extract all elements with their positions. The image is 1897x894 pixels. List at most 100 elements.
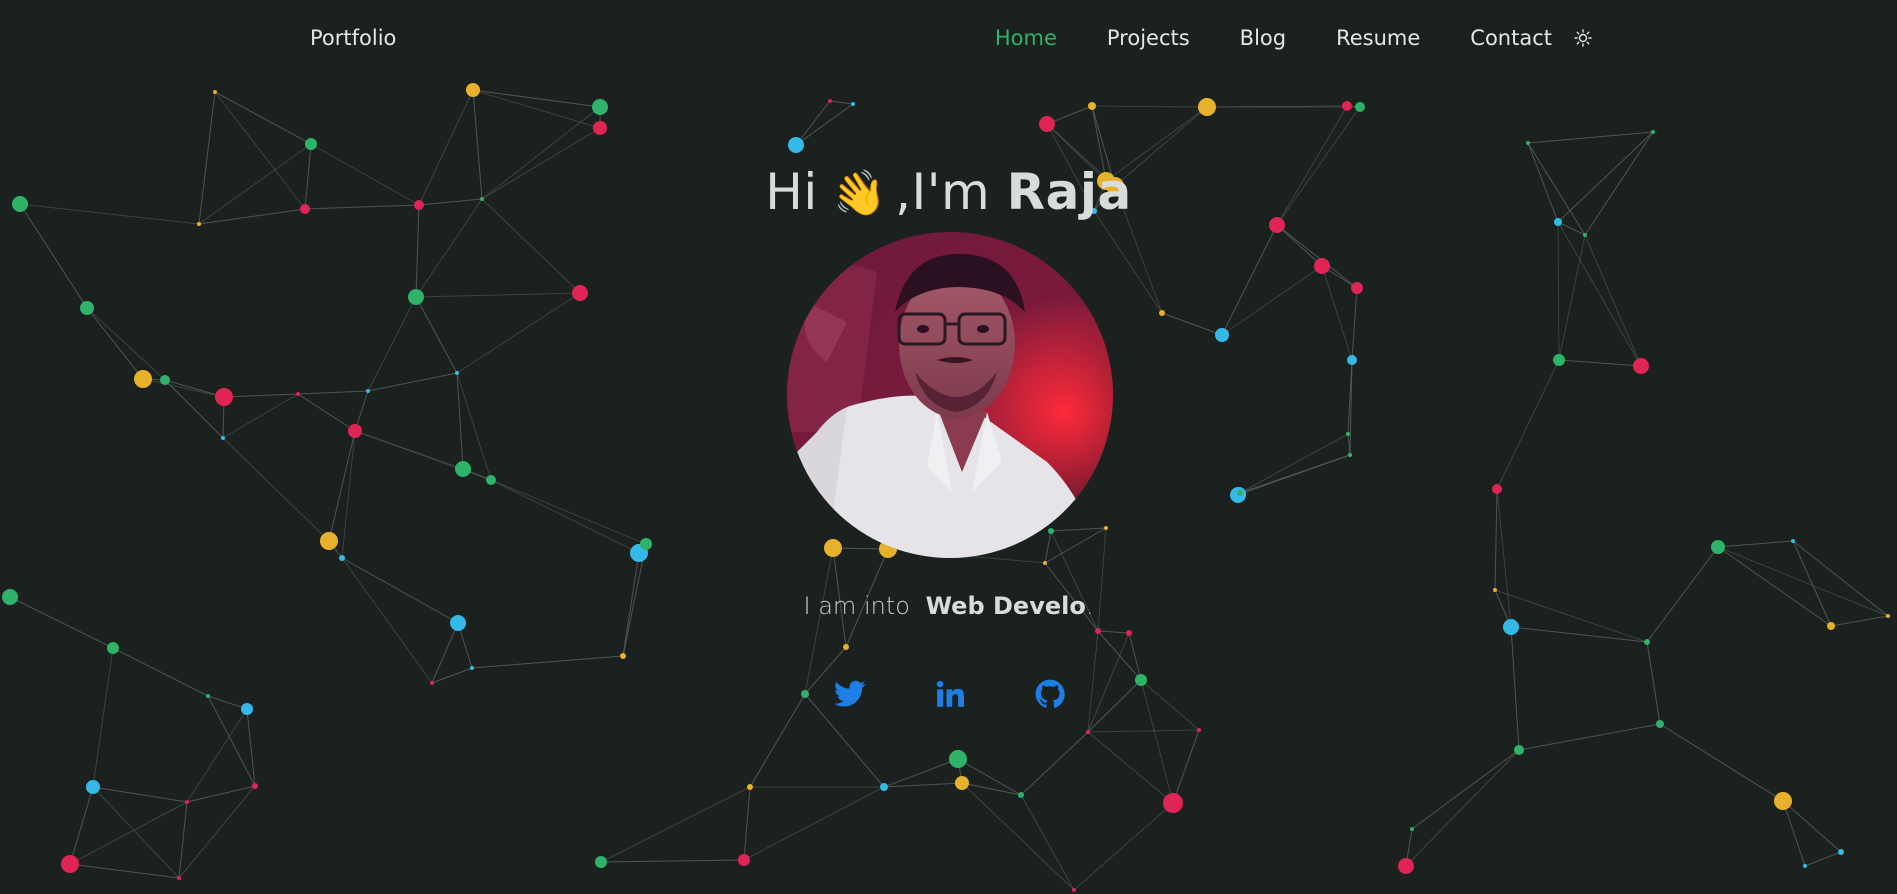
network-edge: [214, 91, 312, 145]
github-icon: [1035, 679, 1065, 708]
network-edge: [1494, 488, 1498, 591]
network-node: [1711, 540, 1725, 554]
network-edge: [1073, 802, 1174, 891]
network-edge: [1020, 731, 1089, 796]
network-node: [1410, 827, 1414, 831]
network-node: [1095, 628, 1101, 634]
network-node: [801, 690, 809, 698]
network-edge: [1087, 632, 1130, 733]
github-link[interactable]: [1028, 672, 1072, 716]
network-node: [1503, 619, 1519, 635]
network-node: [455, 371, 459, 375]
network-node: [851, 102, 855, 106]
network-node: [252, 783, 258, 789]
network-edge: [1717, 540, 1794, 548]
network-node: [1039, 116, 1055, 132]
network-node: [788, 137, 804, 153]
network-node: [1163, 793, 1183, 813]
network-node: [305, 138, 317, 150]
network-edge: [749, 693, 806, 788]
network-node: [949, 750, 967, 768]
network-edge: [69, 786, 94, 865]
network-edge: [86, 307, 144, 380]
network-node: [177, 876, 181, 880]
network-edge: [1020, 794, 1075, 891]
tagline: I am into Web Develo.: [0, 592, 1897, 620]
greeting-prefix: Hi: [765, 163, 818, 221]
network-node: [160, 375, 170, 385]
network-node: [572, 285, 588, 301]
network-node: [366, 389, 370, 393]
network-edge: [883, 782, 963, 788]
network-edge: [92, 786, 188, 803]
network-edge: [92, 647, 114, 788]
network-edge: [1097, 630, 1130, 634]
nav-item-projects[interactable]: Projects: [1107, 26, 1190, 50]
network-edge: [1411, 749, 1520, 830]
network-edge: [1659, 723, 1784, 802]
network-edge: [1239, 433, 1349, 494]
network-edge: [600, 786, 751, 863]
network-node: [1237, 490, 1243, 496]
network-edge: [1161, 312, 1223, 336]
network-node: [1198, 98, 1216, 116]
network-node: [430, 681, 434, 685]
network-edge: [883, 758, 959, 788]
network-edge: [1584, 234, 1642, 367]
network-node: [1633, 358, 1649, 374]
network-edge: [1087, 630, 1099, 733]
network-node: [593, 121, 607, 135]
nav-item-contact[interactable]: Contact: [1470, 26, 1552, 50]
network-edge: [829, 100, 854, 105]
network-node: [320, 532, 338, 550]
greeting-heading: Hi 👋,I'm Raja: [0, 160, 1897, 227]
social-links: [828, 672, 1072, 716]
network-node: [592, 99, 608, 115]
network-node: [486, 475, 496, 485]
twitter-icon: [834, 680, 866, 707]
hero-name: Raja: [1006, 163, 1132, 221]
network-node: [1104, 526, 1108, 530]
network-edge: [471, 655, 624, 669]
network-edge: [1804, 851, 1842, 867]
network-node: [1774, 792, 1792, 810]
network-edge: [1221, 265, 1323, 336]
sun-icon[interactable]: [1574, 29, 1592, 47]
network-node: [1072, 888, 1076, 892]
nav-item-home[interactable]: Home: [995, 26, 1057, 50]
network-edge: [472, 89, 601, 129]
network-node: [1803, 864, 1807, 868]
network-edge: [1351, 287, 1358, 361]
network-edge: [1044, 530, 1052, 564]
network-node: [1827, 622, 1835, 630]
twitter-link[interactable]: [828, 672, 872, 716]
network-edge: [1510, 626, 1520, 751]
network-edge: [354, 430, 492, 481]
network-edge: [367, 296, 417, 392]
linkedin-icon: [936, 680, 964, 707]
network-edge: [1087, 731, 1174, 804]
network-node: [843, 644, 849, 650]
network-edge: [178, 785, 256, 879]
network-node: [595, 856, 607, 868]
network-node: [1314, 258, 1330, 274]
network-edge: [223, 393, 299, 398]
network-edge: [1646, 641, 1661, 725]
nav-item-resume[interactable]: Resume: [1336, 26, 1420, 50]
brand-link[interactable]: Portfolio: [310, 26, 396, 50]
network-edge: [69, 801, 188, 865]
nav-item-blog[interactable]: Blog: [1240, 26, 1286, 50]
network-node: [1018, 792, 1024, 798]
network-node: [185, 800, 189, 804]
network-edge: [186, 708, 248, 803]
network-edge: [431, 622, 459, 684]
linkedin-link[interactable]: [928, 672, 972, 716]
network-edge: [795, 100, 831, 146]
network-edge: [246, 708, 256, 787]
network-node: [80, 301, 94, 315]
network-node: [1048, 528, 1054, 534]
network-edge: [743, 786, 751, 861]
network-edge: [367, 372, 458, 392]
network-edge: [1091, 105, 1208, 108]
network-node: [1526, 141, 1530, 145]
